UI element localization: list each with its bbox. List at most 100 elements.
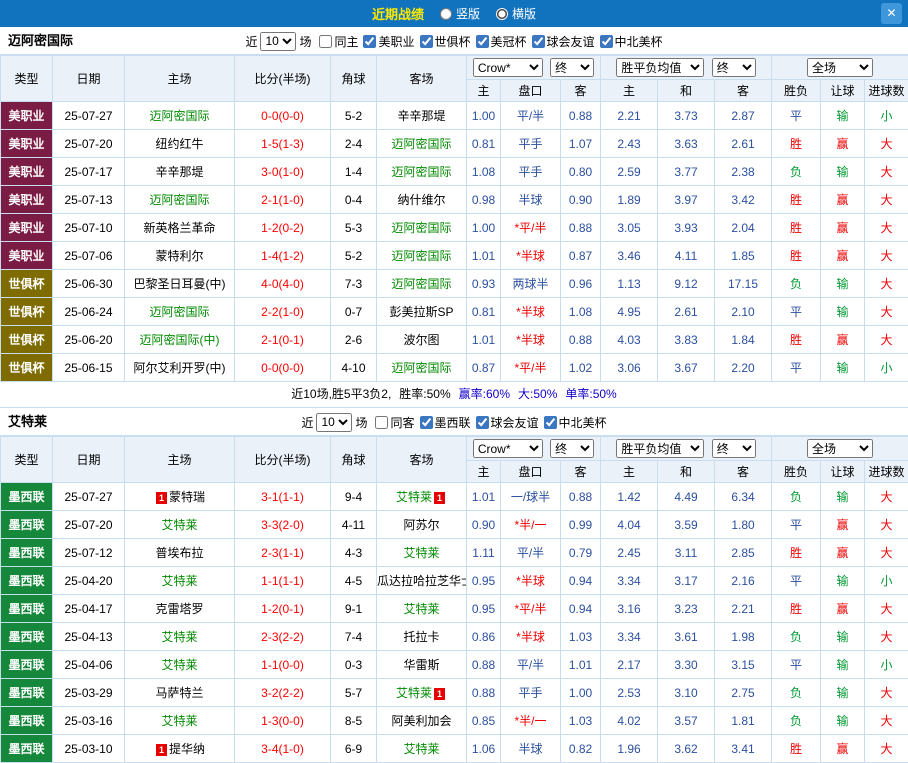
match-row: 世俱杯 25-06-24 迈阿密国际 2-2(1-0) 0-7 彭美拉斯SP 0… xyxy=(1,298,908,326)
match-date: 25-03-29 xyxy=(53,679,125,707)
europe-period-select[interactable]: 终 xyxy=(712,58,756,77)
euro-home-odds: 2.21 xyxy=(601,102,658,130)
sub-header-euro-draw: 和 xyxy=(658,80,715,102)
score: 3-3(2-0) xyxy=(235,511,331,539)
filter-checkbox-中北美杯[interactable]: 中北美杯 xyxy=(600,33,663,50)
result-handicap: 输 xyxy=(821,567,865,595)
asian-handicap: *平/半 xyxy=(501,354,561,382)
asian-handicap: 半球 xyxy=(501,735,561,763)
euro-home-odds: 4.95 xyxy=(601,298,658,326)
result-goals: 大 xyxy=(865,735,908,763)
europe-odds-select[interactable]: 胜平负均值 xyxy=(616,58,704,77)
result-wdl: 负 xyxy=(772,623,821,651)
league-badge: 美职业 xyxy=(1,214,53,242)
league-badge: 美职业 xyxy=(1,102,53,130)
filter-checkbox-中北美杯[interactable]: 中北美杯 xyxy=(544,414,607,431)
result-wdl: 平 xyxy=(772,298,821,326)
league-badge: 墨西联 xyxy=(1,707,53,735)
match-row: 美职业 25-07-10 新英格兰革命 1-2(0-2) 5-3 迈阿密国际 1… xyxy=(1,214,908,242)
filter-checkbox-美冠杯[interactable]: 美冠杯 xyxy=(476,33,527,50)
result-goals: 大 xyxy=(865,511,908,539)
match-count-select[interactable]: 10 xyxy=(316,413,352,432)
home-team: 新英格兰革命 xyxy=(125,214,235,242)
checkbox-input[interactable] xyxy=(420,416,433,429)
result-wdl: 负 xyxy=(772,679,821,707)
horizontal-radio-input[interactable] xyxy=(496,8,508,20)
close-icon[interactable]: ✕ xyxy=(881,3,902,24)
home-team: 艾特莱 xyxy=(125,651,235,679)
away-team: 艾特莱 xyxy=(377,735,467,763)
scope-select[interactable]: 全场 xyxy=(807,58,873,77)
league-badge: 墨西联 xyxy=(1,539,53,567)
filter-checkbox-世俱杯[interactable]: 世俱杯 xyxy=(420,33,471,50)
filter-checkbox-墨西联[interactable]: 墨西联 xyxy=(420,414,471,431)
euro-home-odds: 3.34 xyxy=(601,623,658,651)
corner-score: 4-5 xyxy=(331,567,377,595)
filter-checkbox-球会友谊[interactable]: 球会友谊 xyxy=(476,414,539,431)
asian-handicap: 平/半 xyxy=(501,539,561,567)
checkbox-input[interactable] xyxy=(363,35,376,48)
layout-radio-horizontal[interactable]: 横版 xyxy=(496,5,536,22)
asian-handicap: 两球半 xyxy=(501,270,561,298)
sub-header-handicap-result: 让球 xyxy=(821,80,865,102)
asian-home-odds: 0.81 xyxy=(467,130,501,158)
result-goals: 小 xyxy=(865,567,908,595)
europe-odds-select[interactable]: 胜平负均值 xyxy=(616,439,704,458)
home-team: 马萨特兰 xyxy=(125,679,235,707)
checkbox-input[interactable] xyxy=(319,35,332,48)
filter-bar: 近 10 场 同主美职业世俱杯美冠杯球会友谊中北美杯 xyxy=(0,27,908,55)
checkbox-input[interactable] xyxy=(420,35,433,48)
layout-radio-vertical[interactable]: 竖版 xyxy=(440,5,480,22)
europe-period-select[interactable]: 终 xyxy=(712,439,756,458)
result-wdl: 胜 xyxy=(772,242,821,270)
match-row: 墨西联 25-03-29 马萨特兰 3-2(2-2) 5-7 艾特莱1 0.88… xyxy=(1,679,908,707)
result-handicap: 输 xyxy=(821,102,865,130)
match-count-select[interactable]: 10 xyxy=(260,32,296,51)
result-goals: 大 xyxy=(865,623,908,651)
match-date: 25-03-10 xyxy=(53,735,125,763)
filter-checkbox-美职业[interactable]: 美职业 xyxy=(363,33,414,50)
asian-odds-header: Crow* 终 xyxy=(467,56,601,80)
corner-score: 8-5 xyxy=(331,707,377,735)
odds-period-select[interactable]: 终 xyxy=(550,58,594,77)
asian-away-odds: 1.01 xyxy=(561,651,601,679)
checkbox-input[interactable] xyxy=(532,35,545,48)
result-scope-header: 全场 xyxy=(772,437,908,461)
odds-period-select[interactable]: 终 xyxy=(550,439,594,458)
score: 2-1(1-0) xyxy=(235,186,331,214)
checkbox-input[interactable] xyxy=(600,35,613,48)
euro-home-odds: 3.16 xyxy=(601,595,658,623)
filter-checkbox-同客[interactable]: 同客 xyxy=(375,414,414,431)
result-handicap: 赢 xyxy=(821,595,865,623)
checkbox-input[interactable] xyxy=(476,35,489,48)
euro-draw-odds: 3.62 xyxy=(658,735,715,763)
euro-away-odds: 17.15 xyxy=(715,270,772,298)
match-date: 25-03-16 xyxy=(53,707,125,735)
odds-company-select[interactable]: Crow* xyxy=(473,439,543,458)
filter-checkbox-同主[interactable]: 同主 xyxy=(319,33,358,50)
result-handicap: 赢 xyxy=(821,539,865,567)
scope-select[interactable]: 全场 xyxy=(807,439,873,458)
result-wdl: 胜 xyxy=(772,595,821,623)
odds-company-select[interactable]: Crow* xyxy=(473,58,543,77)
match-date: 25-06-20 xyxy=(53,326,125,354)
filter-checkbox-球会友谊[interactable]: 球会友谊 xyxy=(532,33,595,50)
sub-header-euro-away: 客 xyxy=(715,461,772,483)
vertical-radio-input[interactable] xyxy=(440,8,452,20)
checkbox-input[interactable] xyxy=(544,416,557,429)
col-header-away: 客场 xyxy=(377,437,467,483)
result-handicap: 赢 xyxy=(821,511,865,539)
result-handicap: 赢 xyxy=(821,130,865,158)
result-goals: 大 xyxy=(865,270,908,298)
match-row: 墨西联 25-04-13 艾特莱 2-3(2-2) 7-4 托拉卡 0.86 *… xyxy=(1,623,908,651)
score: 3-0(1-0) xyxy=(235,158,331,186)
result-goals: 大 xyxy=(865,186,908,214)
euro-home-odds: 1.89 xyxy=(601,186,658,214)
euro-draw-odds: 3.59 xyxy=(658,511,715,539)
checkbox-input[interactable] xyxy=(375,416,388,429)
asian-home-odds: 0.88 xyxy=(467,679,501,707)
asian-away-odds: 1.02 xyxy=(561,354,601,382)
checkbox-input[interactable] xyxy=(476,416,489,429)
result-goals: 大 xyxy=(865,539,908,567)
sub-header-asian-away: 客 xyxy=(561,461,601,483)
